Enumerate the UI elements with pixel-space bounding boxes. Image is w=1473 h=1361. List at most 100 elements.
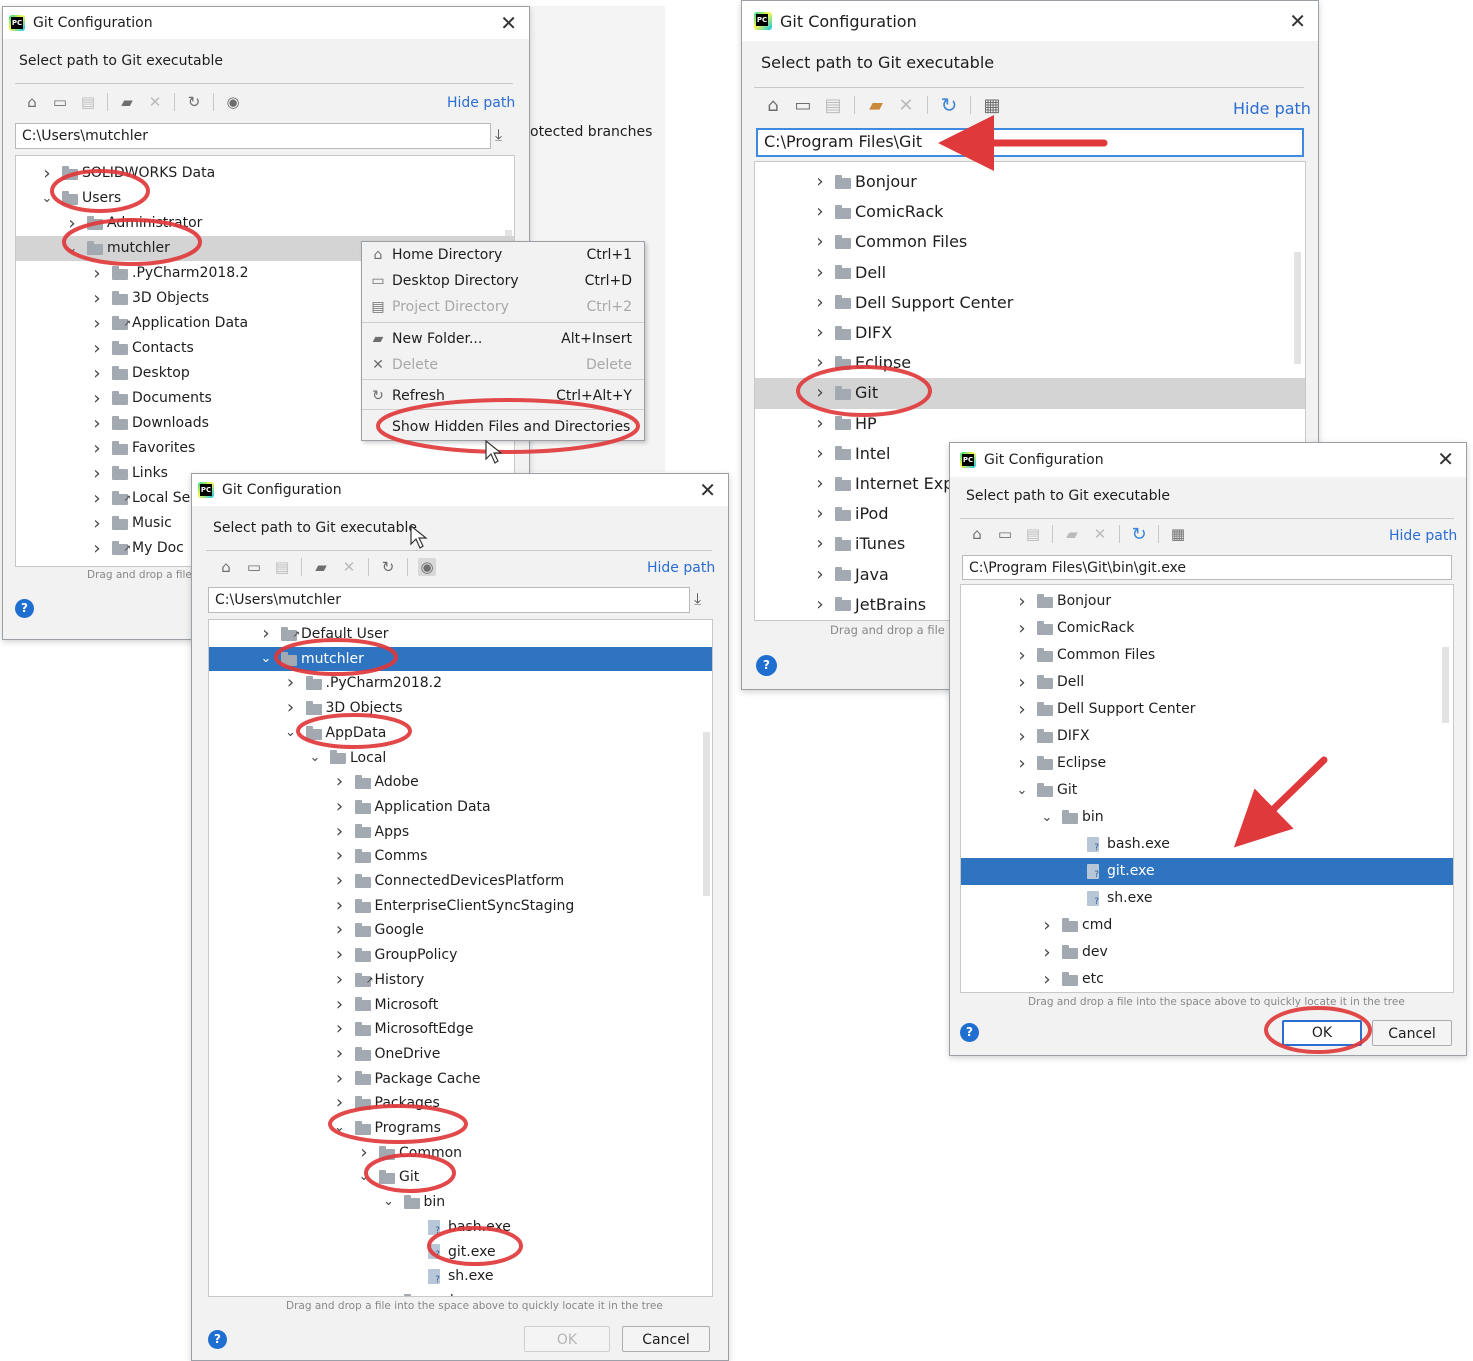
chevron-right-icon[interactable]: ›: [1015, 669, 1029, 696]
tree-row[interactable]: ›Packages: [209, 1091, 712, 1116]
close-icon[interactable]: ✕: [699, 478, 716, 502]
chevron-right-icon[interactable]: ›: [1015, 696, 1029, 723]
chevron-right-icon[interactable]: ›: [1015, 723, 1029, 750]
tree-row[interactable]: ?sh.exe: [961, 885, 1453, 912]
file-tree[interactable]: ›Default User⌄mutchler›.PyCharm2018.2›3D…: [208, 619, 713, 1297]
tree-row[interactable]: ?bash.exe: [209, 1215, 712, 1240]
tree-row[interactable]: ›Common Files: [961, 642, 1453, 669]
close-icon[interactable]: ✕: [1289, 9, 1306, 33]
project-icon[interactable]: ▤: [273, 558, 291, 576]
home-icon[interactable]: ⌂: [217, 558, 235, 576]
project-icon[interactable]: ▤: [79, 93, 97, 111]
tree-row[interactable]: ›ComicRack: [755, 197, 1305, 227]
tree-row[interactable]: ›DIFX: [755, 318, 1305, 348]
chevron-down-icon[interactable]: ⌄: [1015, 777, 1029, 804]
tree-row[interactable]: ?git.exe: [209, 1240, 712, 1265]
tree-row[interactable]: ›.PyCharm2018.2: [209, 671, 712, 696]
path-input[interactable]: C:\Program Files\Git\bin\git.exe: [962, 555, 1452, 580]
ok-button[interactable]: OK: [1282, 1020, 1362, 1046]
tree-row[interactable]: ›EnterpriseClientSyncStaging: [209, 894, 712, 919]
home-icon[interactable]: ⌂: [764, 96, 782, 114]
desktop-icon[interactable]: ▭: [51, 93, 69, 111]
chevron-right-icon[interactable]: ›: [333, 968, 347, 993]
tree-row[interactable]: ›Bonjour: [755, 167, 1305, 197]
hide-path-link[interactable]: Hide path: [447, 95, 515, 111]
tree-row[interactable]: ⌄AppData: [209, 721, 712, 746]
tree-row[interactable]: ›cmd: [209, 1289, 712, 1297]
new-folder-icon[interactable]: ▰: [312, 558, 330, 576]
cancel-button[interactable]: Cancel: [1372, 1020, 1452, 1046]
tree-row[interactable]: ›etc: [961, 966, 1453, 993]
chevron-right-icon[interactable]: ›: [333, 820, 347, 845]
tree-row[interactable]: ›Default User: [209, 622, 712, 647]
chevron-right-icon[interactable]: ›: [333, 894, 347, 919]
chevron-down-icon[interactable]: ⌄: [65, 236, 79, 261]
chevron-right-icon[interactable]: ›: [90, 261, 104, 286]
chevron-right-icon[interactable]: ›: [813, 167, 827, 197]
chevron-right-icon[interactable]: ›: [813, 560, 827, 590]
file-tree[interactable]: ›Bonjour›ComicRack›Common Files›Dell›Del…: [960, 584, 1454, 993]
tree-row[interactable]: ›cmd: [961, 912, 1453, 939]
tree-row[interactable]: ›Microsoft: [209, 993, 712, 1018]
tree-row[interactable]: ›Application Data: [209, 795, 712, 820]
home-icon[interactable]: ⌂: [968, 525, 986, 543]
tree-row[interactable]: ›DIFX: [961, 723, 1453, 750]
tree-row[interactable]: ›Eclipse: [755, 348, 1305, 378]
tree-row[interactable]: ›3D Objects: [209, 696, 712, 721]
help-icon[interactable]: ?: [208, 1330, 227, 1349]
chevron-right-icon[interactable]: ›: [284, 671, 298, 696]
tree-row[interactable]: ›Google: [209, 918, 712, 943]
tree-row[interactable]: ›Dell Support Center: [755, 288, 1305, 318]
tree-row[interactable]: ⌄Git: [209, 1165, 712, 1190]
chevron-right-icon[interactable]: ›: [90, 511, 104, 536]
new-folder-icon[interactable]: ▰: [118, 93, 136, 111]
home-icon[interactable]: ⌂: [23, 93, 41, 111]
project-icon[interactable]: ▤: [824, 96, 842, 114]
chevron-right-icon[interactable]: ›: [90, 311, 104, 336]
delete-icon[interactable]: ✕: [1091, 525, 1109, 543]
tree-row[interactable]: ⌄Users: [16, 186, 514, 211]
chevron-right-icon[interactable]: ›: [333, 770, 347, 795]
chevron-right-icon[interactable]: ›: [813, 318, 827, 348]
chevron-right-icon[interactable]: ›: [1040, 912, 1054, 939]
tree-row[interactable]: ⌄bin: [961, 804, 1453, 831]
chevron-right-icon[interactable]: ›: [382, 1289, 396, 1297]
chevron-down-icon[interactable]: ⌄: [308, 746, 322, 771]
chevron-right-icon[interactable]: ›: [40, 161, 54, 186]
chevron-right-icon[interactable]: ›: [90, 336, 104, 361]
chevron-down-icon[interactable]: ⌄: [357, 1165, 371, 1190]
menu-item[interactable]: Show Hidden Files and Directories: [362, 414, 644, 440]
chevron-right-icon[interactable]: ›: [333, 844, 347, 869]
tree-row[interactable]: ›GroupPolicy: [209, 943, 712, 968]
help-icon[interactable]: ?: [960, 1023, 979, 1042]
hide-path-link[interactable]: Hide path: [1389, 528, 1457, 544]
tree-row[interactable]: ›MicrosoftEdge: [209, 1017, 712, 1042]
chevron-right-icon[interactable]: ›: [90, 436, 104, 461]
tree-row[interactable]: ⌄Programs: [209, 1116, 712, 1141]
show-hidden-icon[interactable]: ◉: [224, 93, 242, 111]
menu-item[interactable]: ⌂Home DirectoryCtrl+1: [362, 242, 644, 268]
chevron-right-icon[interactable]: ›: [813, 499, 827, 529]
tree-row[interactable]: ?git.exe: [961, 858, 1453, 885]
tree-row[interactable]: ›Dell Support Center: [961, 696, 1453, 723]
tree-row[interactable]: ›Comms: [209, 844, 712, 869]
tree-row[interactable]: ⌄Git: [961, 777, 1453, 804]
tree-row[interactable]: ⌄bin: [209, 1190, 712, 1215]
tree-row[interactable]: ›ComicRack: [961, 615, 1453, 642]
new-folder-icon[interactable]: ▰: [1063, 525, 1081, 543]
menu-item[interactable]: ▰New Folder...Alt+Insert: [362, 326, 644, 352]
desktop-icon[interactable]: ▭: [245, 558, 263, 576]
tree-row[interactable]: ›Administrator: [16, 211, 514, 236]
refresh-icon[interactable]: ↻: [379, 558, 397, 576]
tree-row[interactable]: ⌄Local: [209, 746, 712, 771]
tree-row[interactable]: ›Package Cache: [209, 1067, 712, 1092]
download-icon[interactable]: ⤓: [694, 589, 701, 609]
tree-row[interactable]: ›HP: [755, 409, 1305, 439]
tree-row[interactable]: ›Adobe: [209, 770, 712, 795]
tree-row[interactable]: ⌄mutchler: [209, 647, 712, 672]
chevron-down-icon[interactable]: ⌄: [1040, 804, 1054, 831]
download-icon[interactable]: ⤓: [495, 125, 502, 145]
chevron-right-icon[interactable]: ›: [333, 795, 347, 820]
chevron-right-icon[interactable]: ›: [813, 409, 827, 439]
tree-row[interactable]: ›History: [209, 968, 712, 993]
